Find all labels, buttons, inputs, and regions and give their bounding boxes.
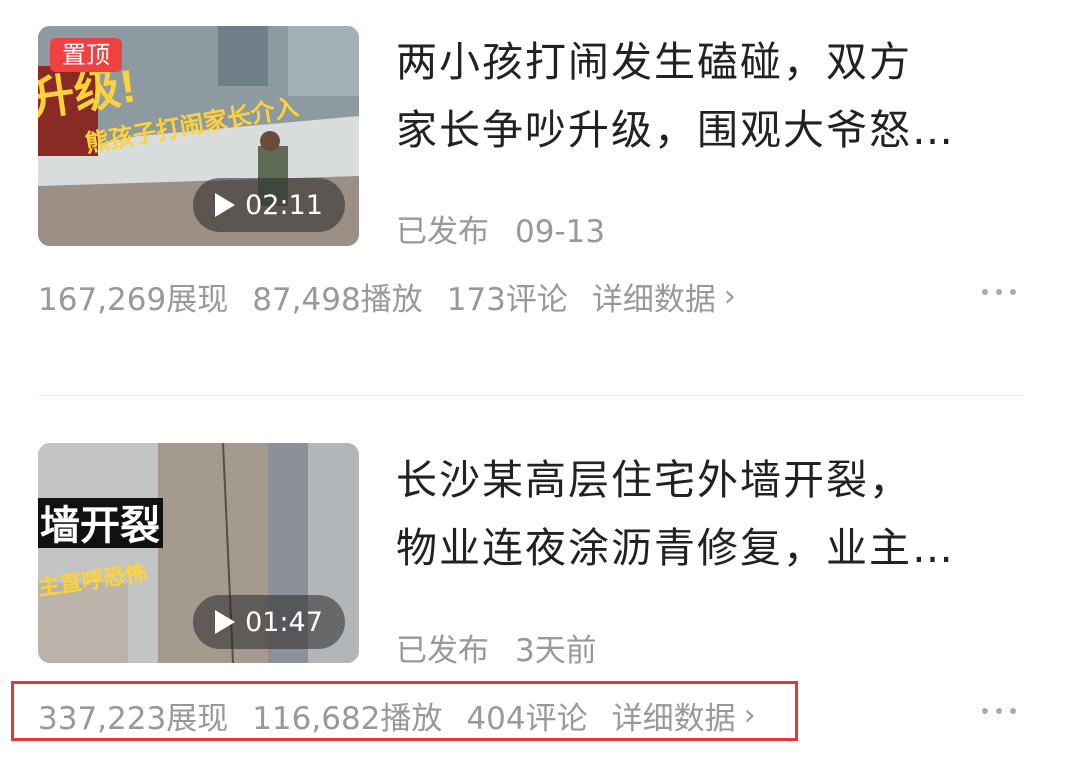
title-line-1: 两小孩打闹发生磕碰，双方 <box>396 38 912 86</box>
plays-count: 87,498播放 <box>252 282 423 318</box>
impressions-count: 167,269展现 <box>38 282 229 318</box>
more-icon[interactable] <box>982 708 1024 714</box>
publish-status: 已发布 3天前 <box>396 625 597 670</box>
duration-text: 01:47 <box>245 606 323 638</box>
play-icon <box>215 610 236 634</box>
divider <box>38 395 1024 396</box>
title-line-1: 长沙某高层住宅外墙开裂， <box>396 456 912 504</box>
video-thumbnail[interactable]: 墙开裂 主直呼恐怖 01:47 <box>38 443 359 663</box>
title-line-2: 家长争吵升级，围观大爷怒… <box>396 106 955 154</box>
play-icon <box>215 193 236 217</box>
thumb-caption-1: 墙开裂 <box>40 504 160 548</box>
detail-data-link[interactable]: 详细数据 › <box>592 274 736 319</box>
video-title[interactable]: 长沙某高层住宅外墙开裂， 物业连夜涂沥青修复，业主… <box>396 446 1028 582</box>
highlight-box <box>11 681 798 741</box>
stats-row: 167,269展现 87,498播放 173评论 详细数据 › <box>38 274 736 319</box>
more-icon[interactable] <box>982 289 1024 295</box>
duration-badge: 02:11 <box>193 178 345 232</box>
publish-status: 已发布 09-13 <box>396 206 605 251</box>
publish-date: 3天前 <box>515 633 597 669</box>
video-title[interactable]: 两小孩打闹发生磕碰，双方 家长争吵升级，围观大爷怒… <box>396 28 1028 164</box>
title-line-2: 物业连夜涂沥青修复，业主… <box>396 524 955 572</box>
duration-badge: 01:47 <box>193 595 345 649</box>
publish-date: 09-13 <box>515 214 606 250</box>
video-thumbnail[interactable]: 升级! 熊孩子打闹家长介入 置顶 02:11 <box>38 26 359 246</box>
status-label: 已发布 <box>396 633 489 669</box>
chevron-right-icon: › <box>723 279 736 314</box>
comments-count: 173评论 <box>446 282 568 318</box>
duration-text: 02:11 <box>245 189 323 221</box>
status-label: 已发布 <box>396 214 489 250</box>
detail-data-label: 详细数据 <box>591 282 716 318</box>
pinned-badge: 置顶 <box>50 38 122 72</box>
